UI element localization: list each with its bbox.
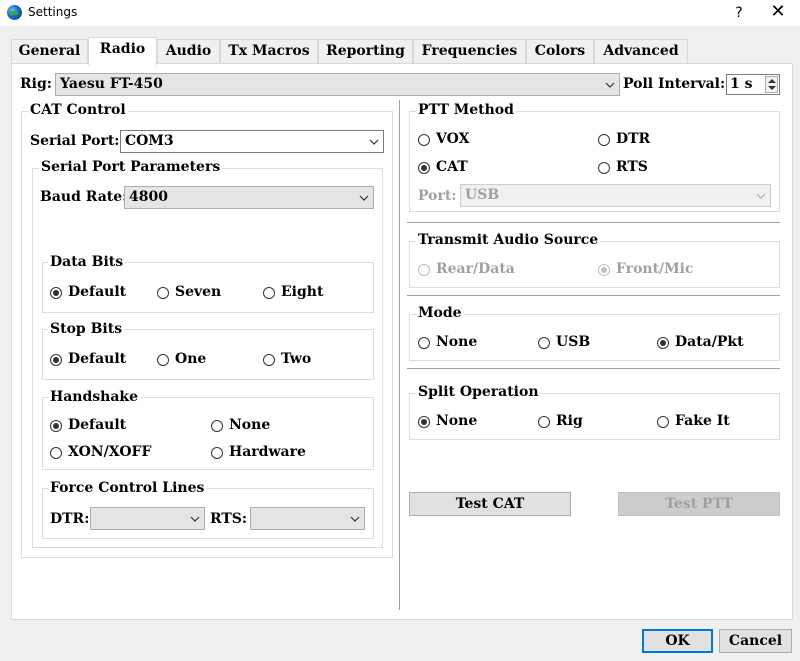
radio-selected-icon — [418, 416, 430, 428]
radio-icon — [538, 337, 550, 349]
rig-value: Yaesu FT-450 — [60, 76, 163, 92]
app-icon — [7, 5, 22, 20]
chevron-down-icon — [369, 137, 379, 147]
radio-icon — [418, 134, 430, 146]
serial-port-label: Serial Port: — [30, 133, 120, 149]
serial-port-parameters-title: Serial Port Parameters — [39, 159, 223, 175]
close-button[interactable]: ✕ — [766, 1, 790, 25]
chevron-down-icon — [350, 514, 360, 524]
radio-selected-icon — [657, 337, 669, 349]
window-title: Settings — [28, 5, 78, 19]
radio-icon — [50, 447, 62, 459]
radio-icon — [157, 354, 169, 366]
baud-rate-label: Baud Rate: — [40, 189, 128, 205]
cancel-button[interactable]: Cancel — [719, 629, 792, 653]
handshake-title: Handshake — [48, 389, 141, 405]
radio-selected-icon — [598, 264, 610, 276]
poll-interval-label: Poll Interval: — [623, 76, 726, 92]
poll-interval-spinbox[interactable]: 1 s — [726, 74, 780, 95]
tab-colors[interactable]: Colors — [526, 39, 594, 63]
spin-buttons[interactable] — [765, 76, 778, 93]
radio-icon — [418, 264, 430, 276]
rig-label: Rig: — [20, 76, 52, 92]
radio-selected-icon — [50, 354, 62, 366]
help-button[interactable]: ? — [728, 2, 750, 24]
test-ptt-button[interactable]: Test PTT — [618, 492, 780, 516]
serial-port-value: COM3 — [125, 133, 174, 149]
dtr-label: DTR: — [50, 511, 90, 527]
spin-down-icon[interactable] — [768, 86, 776, 90]
radio-selected-icon — [50, 287, 62, 299]
radio-icon — [538, 416, 550, 428]
radio-selected-icon — [50, 420, 62, 432]
separator — [407, 295, 780, 296]
radio-selected-icon — [418, 162, 430, 174]
tab-tx-macros[interactable]: Tx Macros — [220, 39, 318, 63]
rig-select[interactable]: Yaesu FT-450 — [55, 73, 620, 96]
radio-icon — [157, 287, 169, 299]
poll-interval-value: 1 s — [730, 76, 753, 92]
radio-icon — [263, 287, 275, 299]
radio-icon — [211, 447, 223, 459]
mode-title: Mode — [416, 305, 464, 321]
dtr-select[interactable] — [90, 507, 205, 530]
chevron-down-icon — [359, 193, 369, 203]
tab-radio[interactable]: Radio — [88, 37, 157, 65]
tab-frequencies[interactable]: Frequencies — [413, 39, 526, 63]
transmit-audio-source-title: Transmit Audio Source — [416, 232, 601, 248]
separator — [407, 368, 780, 369]
tab-general[interactable]: General — [11, 39, 88, 63]
ptt-port-select[interactable]: USB — [460, 184, 771, 207]
rts-label: RTS: — [210, 511, 248, 527]
vertical-separator — [399, 100, 400, 610]
force-control-lines-title: Force Control Lines — [48, 480, 207, 496]
radio-icon — [598, 162, 610, 174]
chevron-down-icon — [756, 191, 766, 201]
separator — [407, 222, 780, 223]
tab-audio[interactable]: Audio — [157, 39, 220, 63]
tab-reporting[interactable]: Reporting — [318, 39, 413, 63]
radio-icon — [657, 416, 669, 428]
data-bits-title: Data Bits — [48, 254, 126, 270]
stop-bits-title: Stop Bits — [48, 321, 125, 337]
baud-rate-select[interactable]: 4800 — [124, 186, 374, 209]
title-bar — [0, 0, 800, 26]
ptt-port-value: USB — [465, 187, 500, 203]
chevron-down-icon — [190, 514, 200, 524]
baud-rate-value: 4800 — [129, 189, 168, 205]
split-operation-title: Split Operation — [416, 384, 541, 400]
radio-icon — [263, 354, 275, 366]
radio-icon — [598, 134, 610, 146]
tab-advanced[interactable]: Advanced — [594, 39, 688, 63]
ok-button[interactable]: OK — [642, 629, 713, 653]
chevron-down-icon — [605, 80, 615, 90]
radio-icon — [211, 420, 223, 432]
cat-control-title: CAT Control — [28, 102, 128, 118]
test-cat-button[interactable]: Test CAT — [409, 492, 571, 516]
rts-select[interactable] — [250, 507, 365, 530]
spin-up-icon[interactable] — [768, 79, 776, 83]
serial-port-select[interactable]: COM3 — [120, 130, 384, 153]
ptt-port-label: Port: — [418, 188, 457, 204]
ptt-method-title: PTT Method — [416, 102, 516, 118]
radio-icon — [418, 337, 430, 349]
